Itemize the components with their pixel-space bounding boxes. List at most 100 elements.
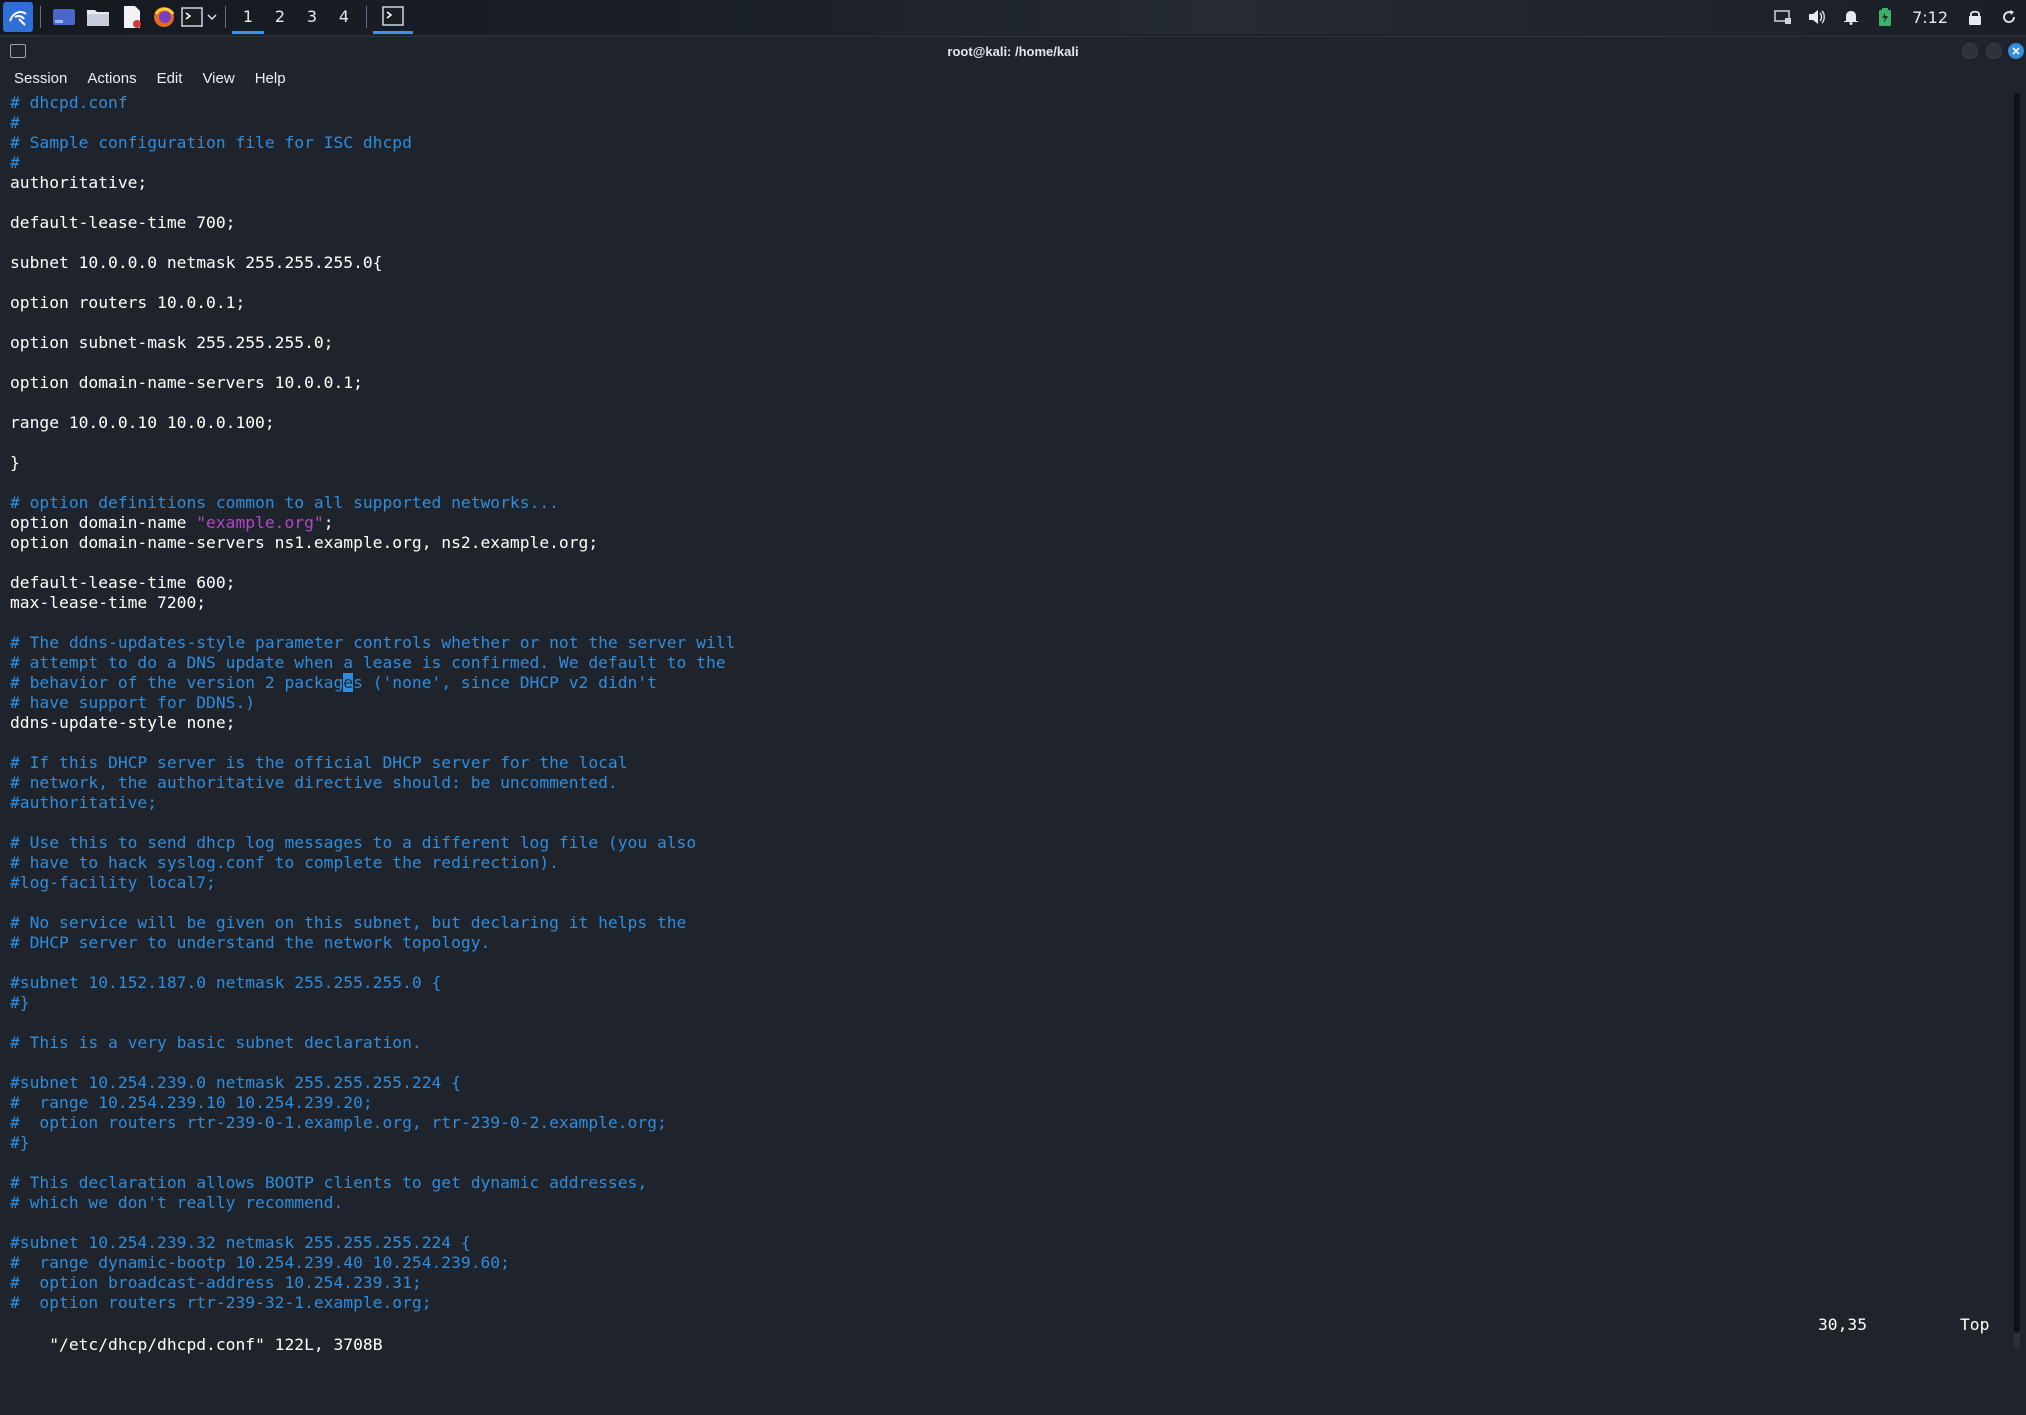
close-button[interactable] [2008,43,2024,59]
panel-separator [225,6,226,28]
notifications-button[interactable] [1834,0,1868,34]
editor-text: #authoritative; [10,793,158,812]
terminal-launcher-dropdown[interactable] [205,0,219,34]
editor-line: default-lease-time 700; [10,213,2000,233]
editor-line: # network, the authoritative directive s… [10,773,2000,793]
scrollbar-thumb[interactable] [2014,93,2020,1333]
editor-text: #subnet 10.152.187.0 netmask 255.255.255… [10,973,442,992]
power-manager-button[interactable] [1868,0,1902,34]
system-tray: 7:12 [1766,0,2026,34]
editor-text: authoritative; [10,173,148,192]
editor-line: # option definitions common to all suppo… [10,493,2000,513]
close-icon [2012,47,2020,55]
show-desktop-button[interactable] [47,0,81,34]
volume-button[interactable] [1800,0,1834,34]
editor-text: # range dynamic-bootp 10.254.239.40 10.2… [10,1253,510,1272]
taskbar-terminal-window[interactable] [373,0,413,34]
editor-line: authoritative; [10,173,2000,193]
editor-text: # Sample configuration file for ISC dhcp… [10,133,412,152]
editor-text: # option broadcast-address 10.254.239.31… [10,1273,422,1292]
editor-text: # This is a very basic subnet declaratio… [10,1033,422,1052]
window-titlebar[interactable]: root@kali: /home/kali [0,37,2026,65]
logout-button[interactable] [1992,0,2026,34]
bell-icon [1844,11,1859,25]
workspace-2[interactable]: 2 [264,0,296,34]
status-file-info: "/etc/dhcp/dhcpd.conf" 122L, 3708B [49,1335,383,1354]
editor-line: # which we don't really recommend. [10,1193,2000,1213]
editor-text: # behavior of the version 2 packag [10,673,344,692]
editor-text: # No service will be given on this subne… [10,913,687,932]
terminal-window-icon [10,44,26,58]
editor-text: option domain-name-servers 10.0.0.1; [10,373,363,392]
text-editor-icon [124,6,141,28]
terminal-scrollbar[interactable] [2014,93,2020,1349]
display-settings-button[interactable] [1766,0,1800,34]
editor-line: # This is a very basic subnet declaratio… [10,1033,2000,1053]
text-editor-button[interactable] [115,0,149,34]
editor-line: default-lease-time 600; [10,573,2000,593]
desktop-icon [53,9,75,25]
vim-editor-buffer[interactable]: # dhcpd.conf # # Sample configuration file… [10,93,2000,1313]
editor-text: option subnet-mask 255.255.255.0; [10,333,334,352]
editor-text: # option routers rtr-239-0-1.example.org… [10,1113,667,1132]
minimize-button[interactable] [1962,43,1978,59]
editor-line: ddns-update-style none; [10,713,2000,733]
editor-text: #log-facility local7; [10,873,216,892]
editor-line: max-lease-time 7200; [10,593,2000,613]
editor-text: #subnet 10.254.239.0 netmask 255.255.255… [10,1073,461,1092]
editor-line: # attempt to do a DNS update when a leas… [10,653,2000,673]
editor-text: s ('none', since DHCP v2 didn't [353,673,657,692]
editor-line: # Use this to send dhcp log messages to … [10,833,2000,853]
menu-help[interactable]: Help [245,70,296,87]
firefox-button[interactable] [149,0,179,34]
workspace-3[interactable]: 3 [296,0,328,34]
editor-line: #authoritative; [10,793,2000,813]
menu-actions[interactable]: Actions [77,70,146,87]
terminal-launcher-button[interactable] [179,0,205,34]
editor-text: #} [10,993,30,1012]
chevron-down-icon [207,14,217,21]
workspace-4[interactable]: 4 [328,0,360,34]
workspace-1[interactable]: 1 [232,0,264,34]
editor-text: #} [10,1133,30,1152]
window-title: root@kali: /home/kali [947,43,1079,59]
top-panel: 1 2 3 4 7:12 [0,0,2026,34]
clock[interactable]: 7:12 [1902,8,1958,27]
editor-line: # No service will be given on this subne… [10,913,2000,933]
editor-line: option routers 10.0.0.1; [10,293,2000,313]
file-manager-button[interactable] [81,0,115,34]
maximize-button[interactable] [1986,43,2002,59]
firefox-icon [154,7,175,27]
editor-line: option subnet-mask 255.255.255.0; [10,333,2000,353]
editor-text: # Use this to send dhcp log messages to … [10,833,697,852]
kali-menu-button[interactable] [0,0,34,34]
editor-text: # range 10.254.239.10 10.254.239.20; [10,1093,373,1112]
text-cursor: e [343,673,354,692]
lock-screen-button[interactable] [1958,0,1992,34]
panel-separator [366,6,367,28]
editor-line: # DHCP server to understand the network … [10,933,2000,953]
editor-line: option domain-name-servers 10.0.0.1; [10,373,2000,393]
menu-view[interactable]: View [192,70,244,87]
menu-session[interactable]: Session [4,70,77,87]
editor-line: # behavior of the version 2 packages ('n… [10,673,2000,693]
editor-line: } [10,453,2000,473]
vim-status-line: "/etc/dhcp/dhcpd.conf" 122L, 3708B 30,35… [10,1315,2000,1354]
menu-edit[interactable]: Edit [147,70,193,87]
editor-text: # DHCP server to understand the network … [10,933,491,952]
refresh-icon [2003,10,2015,23]
editor-text: #subnet 10.254.239.32 netmask 255.255.25… [10,1233,471,1252]
